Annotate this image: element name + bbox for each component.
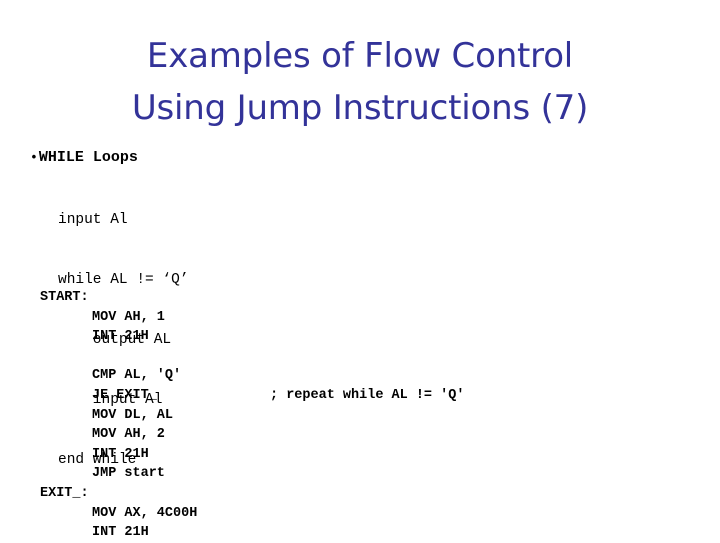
- assembly-instruction: MOV AX, 4C00H: [92, 505, 198, 521]
- assembly-instruction: MOV AH, 1: [92, 309, 165, 325]
- assembly-line: MOV DL, AL: [40, 406, 197, 426]
- assembly-comment: ; repeat while AL != 'Q': [270, 387, 465, 403]
- assembly-instruction: JMP start: [92, 466, 165, 482]
- assembly-instruction: MOV AH, 2: [92, 427, 165, 443]
- assembly-line: JMP start: [40, 464, 197, 484]
- pseudocode-line: input Al: [58, 212, 128, 228]
- assembly-label: START:: [40, 290, 89, 305]
- assembly-instruction: JE EXIT_: [92, 387, 157, 403]
- assembly-instruction: INT 21H: [92, 446, 149, 462]
- assembly-line: INT 21H: [40, 327, 197, 347]
- assembly-line: CMP AL, 'Q': [40, 366, 197, 386]
- bullet-item-label: WHILE Loops: [38, 149, 138, 166]
- assembly-line: EXIT_:: [40, 484, 197, 504]
- assembly-label: EXIT_:: [40, 485, 89, 501]
- slide-canvas: Examples of Flow Control Using Jump Inst…: [0, 0, 720, 540]
- assembly-line: MOV AH, 2: [40, 425, 197, 445]
- assembly-line: JE EXIT_ ; repeat while AL != 'Q': [40, 386, 464, 406]
- slide-body: • WHILE Loops input Al while AL != ‘Q’ o…: [0, 0, 720, 540]
- assembly-line: INT 21H: [40, 445, 197, 465]
- pseudocode-line: while AL != ‘Q’: [58, 272, 189, 288]
- bullet-icon: •: [30, 150, 38, 165]
- assembly-instruction: CMP AL, 'Q': [92, 368, 182, 384]
- assembly-instruction: INT 21H: [92, 329, 149, 345]
- bullet-item-while-loops: • WHILE Loops: [30, 148, 138, 168]
- assembly-line: MOV AX, 4C00H: [40, 504, 197, 524]
- assembly-line: MOV AH, 1: [40, 308, 197, 328]
- assembly-line: [40, 347, 197, 367]
- assembly-code-block: START: MOV AH, 1 INT 21H CMP AL, 'Q' JE EXI…: [40, 288, 464, 543]
- assembly-line: START:: [40, 288, 197, 308]
- assembly-instruction: MOV DL, AL: [92, 407, 174, 423]
